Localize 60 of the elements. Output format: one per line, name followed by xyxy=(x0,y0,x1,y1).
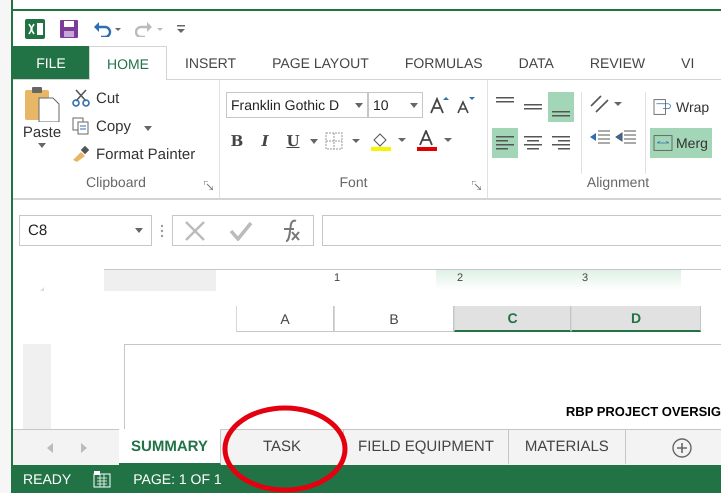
status-mode: READY xyxy=(23,471,72,488)
column-header[interactable]: C xyxy=(454,306,571,332)
vertical-align-button[interactable] xyxy=(548,92,574,122)
customize-menu-icon[interactable] xyxy=(177,24,185,34)
scissors-icon xyxy=(71,88,91,108)
align-center-icon xyxy=(524,136,542,150)
caret-icon xyxy=(355,102,363,108)
excel-logo-icon[interactable] xyxy=(25,18,45,39)
merge-button[interactable]: Merg xyxy=(650,128,712,158)
align-middle-icon xyxy=(524,104,542,110)
align-bottom-icon xyxy=(552,111,570,117)
page-count: PAGE: 1 OF 1 xyxy=(133,471,222,488)
save-icon[interactable] xyxy=(59,18,79,39)
wrap-text-button[interactable]: Wrap xyxy=(650,92,712,122)
grip-icon xyxy=(160,224,164,238)
ruler-number: 2 xyxy=(457,272,464,284)
format-painter-button[interactable]: Format Painter xyxy=(71,142,196,166)
font-name-field[interactable]: Franklin Gothic D xyxy=(226,92,368,118)
underline-button[interactable]: U xyxy=(282,128,304,154)
caret-icon xyxy=(135,228,143,234)
font-size-field[interactable]: 10 xyxy=(368,92,423,118)
caret-icon xyxy=(38,143,46,148)
dialog-launcher-icon[interactable] xyxy=(472,181,481,190)
italic-button[interactable]: I xyxy=(254,128,276,154)
paste-button[interactable]: Paste xyxy=(19,86,65,174)
sheet-tab[interactable]: SUMMARY xyxy=(119,429,221,466)
page-title: RBP PROJECT OVERSIG xyxy=(566,404,721,420)
group-title: Clipboard xyxy=(86,174,146,192)
merge-cells-icon xyxy=(653,134,673,152)
grow-font-icon[interactable] xyxy=(429,95,449,115)
dialog-launcher-icon[interactable] xyxy=(204,181,213,190)
undo-icon[interactable] xyxy=(93,20,121,37)
ruler-number: 1 xyxy=(334,272,340,284)
align-left-icon xyxy=(496,136,514,150)
clipboard-icon xyxy=(23,86,61,122)
column-header[interactable]: A xyxy=(236,306,334,332)
paintbrush-icon xyxy=(71,144,91,164)
formula-field[interactable] xyxy=(322,215,721,246)
column-header[interactable]: B xyxy=(334,306,454,332)
column-header[interactable]: D xyxy=(571,306,701,332)
name-box[interactable]: C8 xyxy=(19,215,152,246)
copy-button[interactable]: Copy xyxy=(71,114,196,138)
ribbon-tab[interactable]: FILE xyxy=(13,46,89,79)
ruler-number: 3 xyxy=(582,272,588,284)
check-icon[interactable] xyxy=(228,220,253,241)
bold-button[interactable]: B xyxy=(226,128,248,154)
caret-icon xyxy=(144,126,152,130)
caret-icon xyxy=(410,102,418,108)
horizontal-align-button[interactable] xyxy=(492,128,518,158)
add-sheet-icon[interactable] xyxy=(672,438,692,458)
group-title: Alignment xyxy=(586,174,650,192)
wrap-text-icon xyxy=(653,98,673,116)
copy-icon xyxy=(71,116,91,136)
shrink-font-icon[interactable] xyxy=(455,95,475,115)
align-top-icon xyxy=(496,97,514,103)
cut-button[interactable]: Cut xyxy=(71,86,196,110)
align-right-icon xyxy=(552,136,570,150)
caret-icon xyxy=(310,138,318,144)
ribbon-tab[interactable]: HOME xyxy=(89,46,167,80)
group-title: Font xyxy=(339,174,368,192)
